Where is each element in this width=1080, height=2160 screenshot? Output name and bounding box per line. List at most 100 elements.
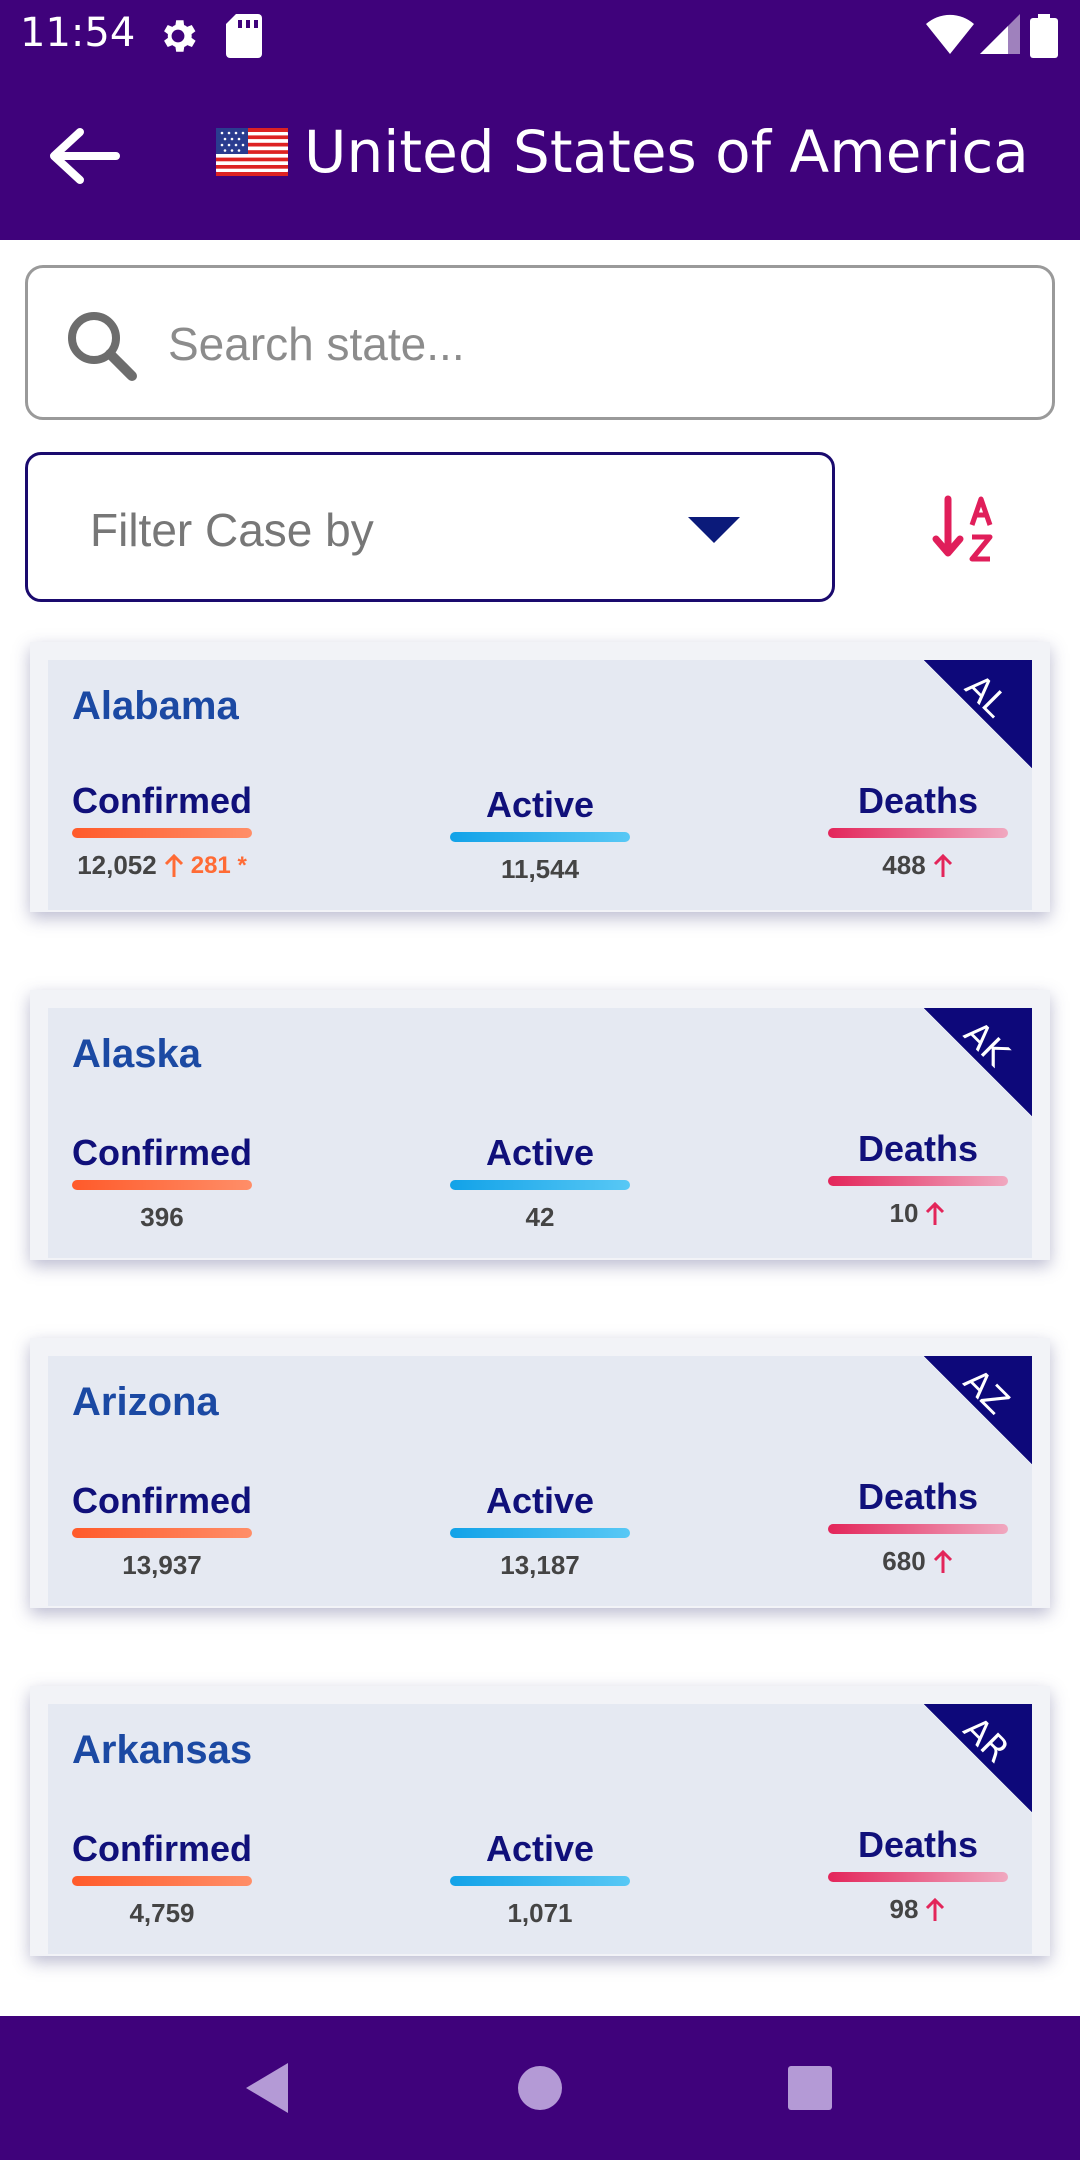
active-value-row: 42 <box>450 1202 630 1233</box>
active-bar <box>450 1528 630 1538</box>
state-code-badge: AZ <box>924 1356 1032 1464</box>
up-arrow-icon <box>933 853 952 877</box>
confirmed-bar <box>72 1180 252 1190</box>
confirmed-value-row: 13,937 <box>72 1550 252 1581</box>
confirmed-bar <box>72 1528 252 1538</box>
search-icon <box>68 312 137 381</box>
nav-home-icon <box>518 2066 562 2110</box>
state-card-body: AZ Arizona Confirmed 13,937 Active 13,18… <box>48 1356 1032 1606</box>
confirmed-value-row: 12,052 281 * <box>72 850 252 881</box>
state-code-badge: AL <box>924 660 1032 768</box>
active-bar <box>450 1180 630 1190</box>
deaths-value-row: 680 <box>828 1546 1008 1577</box>
up-arrow-icon <box>926 1897 945 1921</box>
deaths-value: 680 <box>882 1546 926 1576</box>
us-flag-icon <box>216 128 288 176</box>
filter-label: Filter Case by <box>90 504 374 556</box>
nav-recents-button[interactable] <box>750 2016 870 2160</box>
back-arrow-icon[interactable] <box>44 124 124 188</box>
state-name: Alaska <box>72 1032 201 1076</box>
active-value: 13,187 <box>500 1550 580 1580</box>
confirmed-label: Confirmed <box>72 1132 252 1173</box>
active-stat: Active 11,544 <box>450 784 630 885</box>
deaths-label: Deaths <box>857 1476 979 1517</box>
active-bar <box>450 1876 630 1886</box>
active-label: Active <box>485 1828 595 1869</box>
status-time: 11:54 <box>20 10 136 56</box>
state-code-badge: AK <box>924 1008 1032 1116</box>
confirmed-value: 13,937 <box>122 1550 202 1580</box>
battery-icon <box>1030 14 1058 58</box>
sort-az-icon[interactable] <box>930 495 1010 565</box>
nav-recents-icon <box>788 2066 832 2110</box>
active-stat: Active 13,187 <box>450 1480 630 1581</box>
nav-back-icon <box>246 2063 288 2113</box>
deaths-bar <box>828 1176 1008 1186</box>
deaths-stat: Deaths 488 <box>828 780 1008 881</box>
state-card[interactable]: AK Alaska Confirmed 396 Active 42 Deaths… <box>30 990 1050 1260</box>
deaths-bar <box>828 1872 1008 1882</box>
confirmed-value-row: 396 <box>72 1202 252 1233</box>
status-bar: 11:54 <box>0 0 1080 72</box>
deaths-stat: Deaths 98 <box>828 1824 1008 1925</box>
active-value: 11,544 <box>500 854 580 884</box>
state-card-body: AK Alaska Confirmed 396 Active 42 Deaths… <box>48 1008 1032 1258</box>
signal-icon <box>980 14 1020 54</box>
search-input[interactable] <box>168 306 1028 382</box>
deaths-value-row: 98 <box>828 1894 1008 1925</box>
confirmed-delta: 281 * <box>190 851 247 879</box>
filter-dropdown[interactable]: Filter Case by <box>25 452 835 602</box>
state-code: AK <box>955 1013 1017 1075</box>
active-bar <box>450 832 630 842</box>
active-value-row: 13,187 <box>450 1550 630 1581</box>
active-value: 42 <box>525 1202 555 1232</box>
state-name: Arkansas <box>72 1728 253 1772</box>
deaths-bar <box>828 828 1008 838</box>
confirmed-bar <box>72 1876 252 1886</box>
nav-home-button[interactable] <box>480 2016 600 2160</box>
deaths-value-row: 10 <box>828 1198 1008 1229</box>
state-card[interactable]: AR Arkansas Confirmed 4,759 Active 1,071… <box>30 1686 1050 1956</box>
page-title: United States of America <box>304 118 1029 186</box>
active-label: Active <box>485 784 595 825</box>
confirmed-bar <box>72 828 252 838</box>
wifi-icon <box>926 14 974 54</box>
nav-back-button[interactable] <box>207 2016 327 2160</box>
active-value: 1,071 <box>507 1898 573 1928</box>
dropdown-caret-icon <box>688 517 740 543</box>
deaths-bar <box>828 1524 1008 1534</box>
search-box[interactable] <box>25 265 1055 420</box>
up-arrow-icon <box>164 853 183 877</box>
active-stat: Active 1,071 <box>450 1828 630 1929</box>
confirmed-stat: Confirmed 4,759 <box>72 1828 252 1929</box>
confirmed-stat: Confirmed 12,052 281 * <box>72 780 252 881</box>
active-stat: Active 42 <box>450 1132 630 1233</box>
deaths-value-row: 488 <box>828 850 1008 881</box>
state-card[interactable]: AZ Arizona Confirmed 13,937 Active 13,18… <box>30 1338 1050 1608</box>
deaths-label: Deaths <box>857 1824 979 1865</box>
active-label: Active <box>485 1480 595 1521</box>
confirmed-stat: Confirmed 13,937 <box>72 1480 252 1581</box>
state-card[interactable]: AL Alabama Confirmed 12,052 281 * Active… <box>30 642 1050 912</box>
state-code: AZ <box>955 1361 1017 1423</box>
active-value-row: 1,071 <box>450 1898 630 1929</box>
state-code: AL <box>956 666 1016 726</box>
deaths-value: 488 <box>882 850 926 880</box>
state-name: Alabama <box>72 684 239 728</box>
state-name: Arizona <box>72 1380 219 1424</box>
confirmed-value: 4,759 <box>129 1898 195 1928</box>
active-value-row: 11,544 <box>450 854 630 885</box>
confirmed-value: 396 <box>140 1202 184 1232</box>
up-arrow-icon <box>933 1549 952 1573</box>
system-nav-bar <box>0 2016 1080 2160</box>
deaths-label: Deaths <box>857 1128 979 1169</box>
state-card-body: AL Alabama Confirmed 12,052 281 * Active… <box>48 660 1032 910</box>
confirmed-label: Confirmed <box>72 780 252 821</box>
header-title-group: United States of America <box>216 118 1029 186</box>
confirmed-label: Confirmed <box>72 1480 252 1521</box>
deaths-value: 10 <box>889 1198 919 1228</box>
app-bar: United States of America <box>0 72 1080 240</box>
deaths-stat: Deaths 680 <box>828 1476 1008 1577</box>
state-code-badge: AR <box>924 1704 1032 1812</box>
active-label: Active <box>485 1132 595 1173</box>
